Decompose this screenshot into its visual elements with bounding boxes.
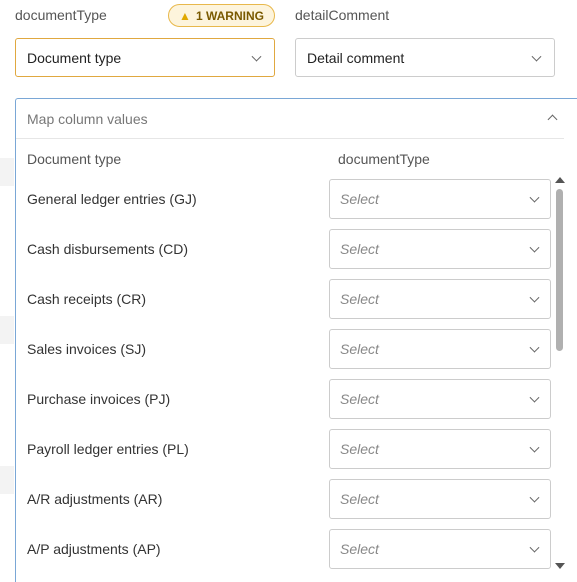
warning-badge[interactable]: ▲ 1 WARNING bbox=[168, 4, 275, 27]
chevron-up-icon[interactable] bbox=[547, 114, 558, 125]
mapping-row-label: Sales invoices (SJ) bbox=[27, 341, 147, 357]
background-strip bbox=[0, 158, 14, 186]
mapping-select-value: Select bbox=[340, 391, 379, 407]
mapping-row-label: General ledger entries (GJ) bbox=[27, 191, 197, 207]
mapping-select-value: Select bbox=[340, 341, 379, 357]
detail-column-label: detailComment bbox=[295, 7, 390, 23]
chevron-down-icon bbox=[529, 492, 540, 503]
warning-icon: ▲ bbox=[179, 8, 191, 23]
mapping-select[interactable]: Select bbox=[329, 179, 551, 219]
mapping-select[interactable]: Select bbox=[329, 229, 551, 269]
mapping-row: Purchase invoices (PJ) Select bbox=[16, 379, 556, 420]
mapping-row-label: Payroll ledger entries (PL) bbox=[27, 441, 189, 457]
mapping-row: Cash disbursements (CD) Select bbox=[16, 229, 556, 270]
mapping-row: Sales invoices (SJ) Select bbox=[16, 329, 556, 370]
background-strip bbox=[0, 466, 14, 494]
document-type-select-value: Document type bbox=[27, 49, 122, 66]
detail-comment-select[interactable]: Detail comment bbox=[295, 38, 555, 77]
mapping-select-value: Select bbox=[340, 241, 379, 257]
mapping-select[interactable]: Select bbox=[329, 479, 551, 519]
mapping-row-label: Purchase invoices (PJ) bbox=[27, 391, 171, 407]
chevron-down-icon bbox=[529, 342, 540, 353]
vertical-scrollbar[interactable] bbox=[554, 177, 566, 569]
mapping-left-header: Document type bbox=[27, 151, 122, 167]
mapping-row: A/P adjustments (AP) Select bbox=[16, 529, 556, 570]
mapping-select[interactable]: Select bbox=[329, 529, 551, 569]
chevron-down-icon bbox=[251, 51, 262, 62]
mapping-select-value: Select bbox=[340, 191, 379, 207]
scroll-down-arrow-icon[interactable] bbox=[555, 563, 565, 569]
detail-comment-select-value: Detail comment bbox=[307, 49, 405, 66]
chevron-down-icon bbox=[529, 442, 540, 453]
mapping-row-label: A/P adjustments (AP) bbox=[27, 541, 161, 557]
panel-title: Map column values bbox=[27, 110, 148, 127]
background-strip bbox=[0, 316, 14, 344]
mapping-select[interactable]: Select bbox=[329, 329, 551, 369]
mapping-row: A/R adjustments (AR) Select bbox=[16, 479, 556, 520]
source-column-label: documentType bbox=[15, 7, 107, 23]
chevron-down-icon bbox=[529, 392, 540, 403]
scrollbar-thumb[interactable] bbox=[556, 189, 563, 351]
chevron-down-icon bbox=[529, 242, 540, 253]
mapping-select-value: Select bbox=[340, 291, 379, 307]
mapping-select-value: Select bbox=[340, 441, 379, 457]
chevron-down-icon bbox=[529, 192, 540, 203]
mapping-row: General ledger entries (GJ) Select bbox=[16, 179, 556, 220]
mapping-row: Payroll ledger entries (PL) Select bbox=[16, 429, 556, 470]
chevron-down-icon bbox=[529, 542, 540, 553]
warning-badge-text: 1 WARNING bbox=[195, 8, 264, 23]
scroll-up-arrow-icon[interactable] bbox=[555, 177, 565, 183]
chevron-down-icon bbox=[531, 51, 542, 62]
mapping-right-header: documentType bbox=[338, 151, 430, 167]
mapping-row-label: Cash receipts (CR) bbox=[27, 291, 147, 307]
mapping-row: Cash receipts (CR) Select bbox=[16, 279, 556, 320]
mapping-select-value: Select bbox=[340, 491, 379, 507]
chevron-down-icon bbox=[529, 292, 540, 303]
mapping-select[interactable]: Select bbox=[329, 379, 551, 419]
mapping-row-label: A/R adjustments (AR) bbox=[27, 491, 163, 507]
panel-header[interactable]: Map column values bbox=[16, 99, 564, 139]
document-type-select[interactable]: Document type bbox=[15, 38, 275, 77]
mapping-select-value: Select bbox=[340, 541, 379, 557]
mapping-select[interactable]: Select bbox=[329, 429, 551, 469]
map-column-values-panel: Map column values Document type document… bbox=[15, 98, 577, 582]
mapping-row-label: Cash disbursements (CD) bbox=[27, 241, 189, 257]
mapping-select[interactable]: Select bbox=[329, 279, 551, 319]
